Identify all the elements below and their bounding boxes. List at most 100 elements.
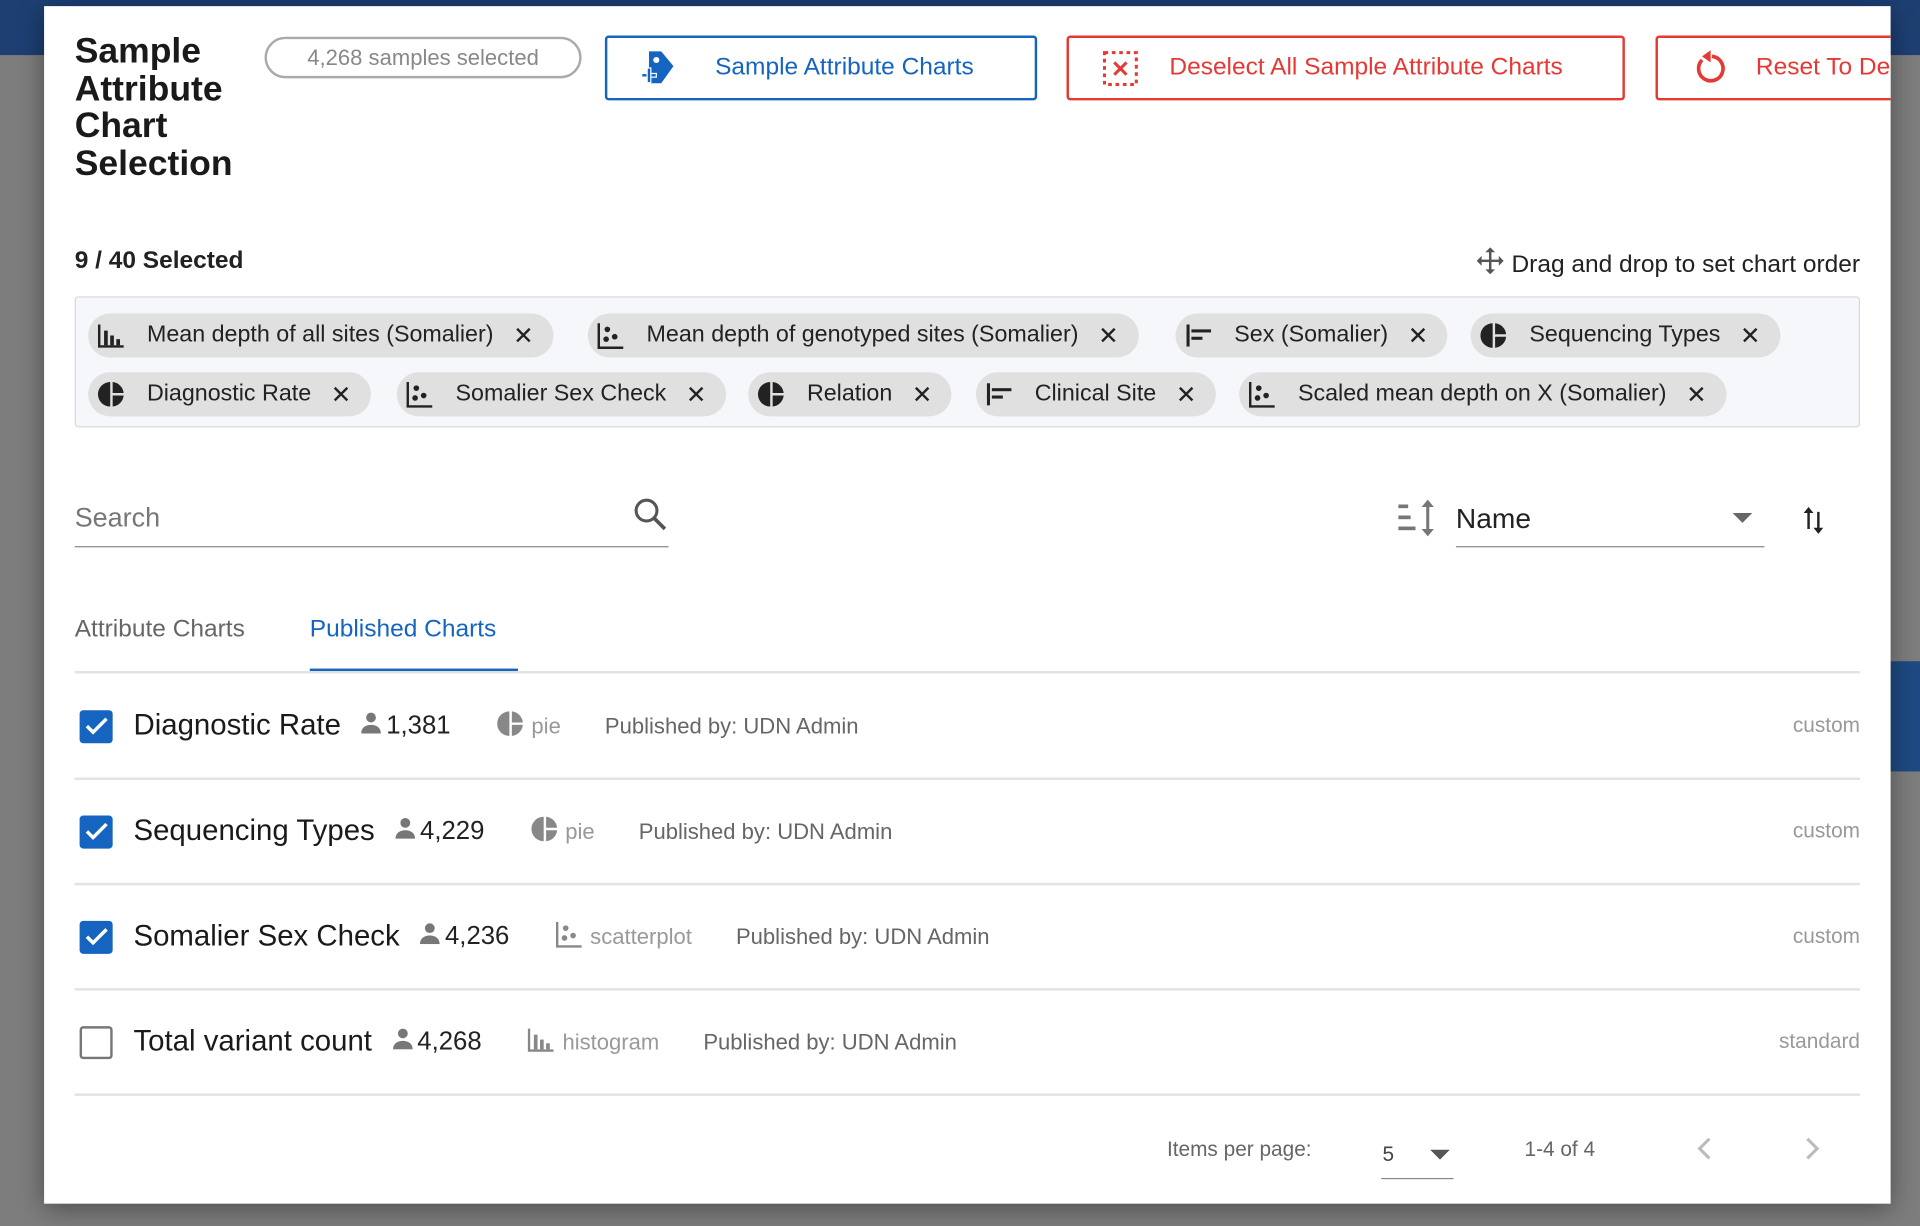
pie-chart-icon (97, 381, 125, 408)
selected-chart-chip[interactable]: Scaled mean depth on X (Somalier) ✕ (1239, 372, 1727, 417)
chart-type: histogram (528, 1027, 659, 1058)
checkbox-checked[interactable] (79, 814, 113, 848)
search-icon[interactable] (632, 496, 669, 540)
sample-count: 1,381 (361, 711, 451, 740)
remove-chip-icon[interactable]: ✕ (686, 379, 707, 410)
published-by: Published by: UDN Admin (735, 923, 990, 949)
selected-charts-list: Mean depth of all sites (Somalier) ✕ Mean … (74, 296, 1861, 428)
published-by: Published by: UDN Admin (604, 713, 859, 738)
chart-type-label: pie (531, 713, 561, 738)
remove-chip-icon[interactable]: ✕ (513, 320, 534, 351)
tab-published-charts[interactable]: Published Charts (309, 616, 519, 673)
chart-name: Sequencing Types (133, 814, 375, 848)
deselect-icon (1096, 50, 1145, 87)
page-size-value: 5 (1382, 1141, 1395, 1166)
selected-chart-chip[interactable]: Relation ✕ (748, 372, 953, 417)
sort-icon (1396, 499, 1438, 543)
sample-count: 4,236 (419, 922, 509, 951)
items-per-page-label: Items per page: (1166, 1137, 1312, 1161)
pie-chart-icon (530, 815, 558, 848)
page-range: 1-4 of 4 (1524, 1137, 1596, 1161)
sample-count-value: 4,268 (417, 1027, 482, 1056)
chart-category: custom (1792, 924, 1861, 948)
person-icon (392, 1027, 414, 1056)
chip-label: Relation (806, 380, 893, 407)
selected-chart-chip[interactable]: Sex (Somalier) ✕ (1175, 313, 1448, 358)
pie-chart-icon (497, 710, 524, 743)
selected-chart-chip[interactable]: Diagnostic Rate ✕ (88, 372, 371, 417)
chart-list-item[interactable]: Total variant count 4,268 histogram Publ… (75, 989, 1860, 1094)
pie-chart-icon (1480, 322, 1507, 349)
chip-label: Sex (Somalier) (1234, 322, 1389, 348)
refresh-icon (1685, 49, 1734, 87)
samples-selected-text: 4,268 samples selected (307, 44, 539, 70)
selected-chart-chip[interactable]: Clinical Site ✕ (975, 372, 1216, 417)
remove-chip-icon[interactable]: ✕ (1098, 320, 1119, 351)
remove-chip-icon[interactable]: ✕ (1740, 320, 1761, 351)
deselect-all-button[interactable]: Deselect All Sample Attribute Charts (1066, 35, 1625, 101)
sample-attribute-charts-button[interactable]: Sample Attribute Charts (604, 35, 1038, 101)
chart-type-label: histogram (562, 1029, 660, 1054)
checkbox-checked[interactable] (79, 920, 113, 954)
search-field[interactable]: Search (74, 490, 669, 548)
chart-list-item[interactable]: Sequencing Types 4,229 pie Published by:… (75, 779, 1860, 884)
dialog-title: Sample Attribute Chart Selection (74, 31, 233, 184)
drag-hint-text: Drag and drop to set chart order (1511, 250, 1861, 278)
selected-chart-chip[interactable]: Sequencing Types ✕ (1470, 313, 1781, 358)
selected-count: 9 / 40 Selected (74, 247, 244, 275)
chart-type: pie (497, 710, 561, 743)
chart-category: custom (1792, 713, 1861, 738)
chart-category: custom (1792, 819, 1861, 843)
search-input[interactable]: Search (75, 502, 160, 534)
remove-chip-icon[interactable]: ✕ (1176, 379, 1197, 410)
checkbox-checked[interactable] (79, 709, 113, 743)
reset-to-default-button[interactable]: Reset To De (1655, 35, 1891, 101)
tab-attribute-charts[interactable]: Attribute Charts (75, 616, 245, 672)
remove-chip-icon[interactable]: ✕ (1408, 320, 1429, 351)
sample-count: 4,229 (394, 817, 484, 846)
row-divider (74, 1093, 1861, 1096)
sample-count-value: 4,236 (445, 922, 510, 951)
sample-count-value: 4,229 (420, 816, 485, 845)
samples-selected-badge: 4,268 samples selected (264, 36, 582, 79)
published-by: Published by: UDN Admin (703, 1029, 957, 1054)
sort-field-select[interactable]: Name (1455, 490, 1765, 548)
chip-label: Somalier Sex Check (455, 380, 667, 407)
scatterplot-icon (555, 920, 583, 953)
chart-category: standard (1778, 1029, 1861, 1054)
tag-plus-icon (634, 48, 683, 87)
page-size-select[interactable]: 5 (1381, 1130, 1454, 1180)
sample-count: 4,268 (392, 1027, 482, 1056)
bar-chart-icon (1185, 322, 1212, 349)
scatterplot-icon (597, 322, 625, 349)
button-label: Sample Attribute Charts (715, 53, 974, 81)
chip-label: Sequencing Types (1529, 322, 1721, 348)
pie-chart-icon (757, 381, 785, 408)
chip-label: Mean depth of genotyped sites (Somalier) (646, 322, 1079, 348)
chart-selection-dialog: Sample Attribute Chart Selection 4,268 s… (44, 6, 1891, 1204)
move-icon (1477, 247, 1505, 281)
remove-chip-icon[interactable]: ✕ (331, 379, 352, 410)
person-icon (419, 922, 441, 951)
chip-label: Diagnostic Rate (146, 380, 312, 407)
dropdown-arrow-icon (1430, 1149, 1450, 1159)
previous-page-button[interactable] (1695, 1135, 1715, 1168)
button-label: Reset To De (1755, 53, 1891, 81)
chip-label: Scaled mean depth on X (Somalier) (1297, 380, 1667, 407)
next-page-button[interactable] (1802, 1135, 1822, 1168)
checkbox-unchecked[interactable] (79, 1025, 113, 1059)
chart-type-label: scatterplot (590, 923, 692, 949)
remove-chip-icon[interactable]: ✕ (1686, 379, 1707, 410)
selected-chart-chip[interactable]: Mean depth of genotyped sites (Somalier)… (587, 313, 1139, 358)
dropdown-arrow-icon (1732, 513, 1753, 523)
remove-chip-icon[interactable]: ✕ (912, 379, 933, 410)
chart-list-item[interactable]: Somalier Sex Check 4,236 scatterplot Pub… (75, 884, 1860, 989)
histogram-icon (97, 322, 125, 349)
scatterplot-icon (1248, 381, 1276, 408)
chart-type: scatterplot (555, 920, 692, 953)
selected-chart-chip[interactable]: Mean depth of all sites (Somalier) ✕ (88, 313, 554, 358)
chart-list-item[interactable]: Diagnostic Rate 1,381 pie Published by: … (75, 673, 1860, 778)
background-panel (1890, 661, 1920, 772)
selected-chart-chip[interactable]: Somalier Sex Check ✕ (396, 372, 726, 417)
sort-direction-toggle[interactable] (1802, 506, 1824, 540)
